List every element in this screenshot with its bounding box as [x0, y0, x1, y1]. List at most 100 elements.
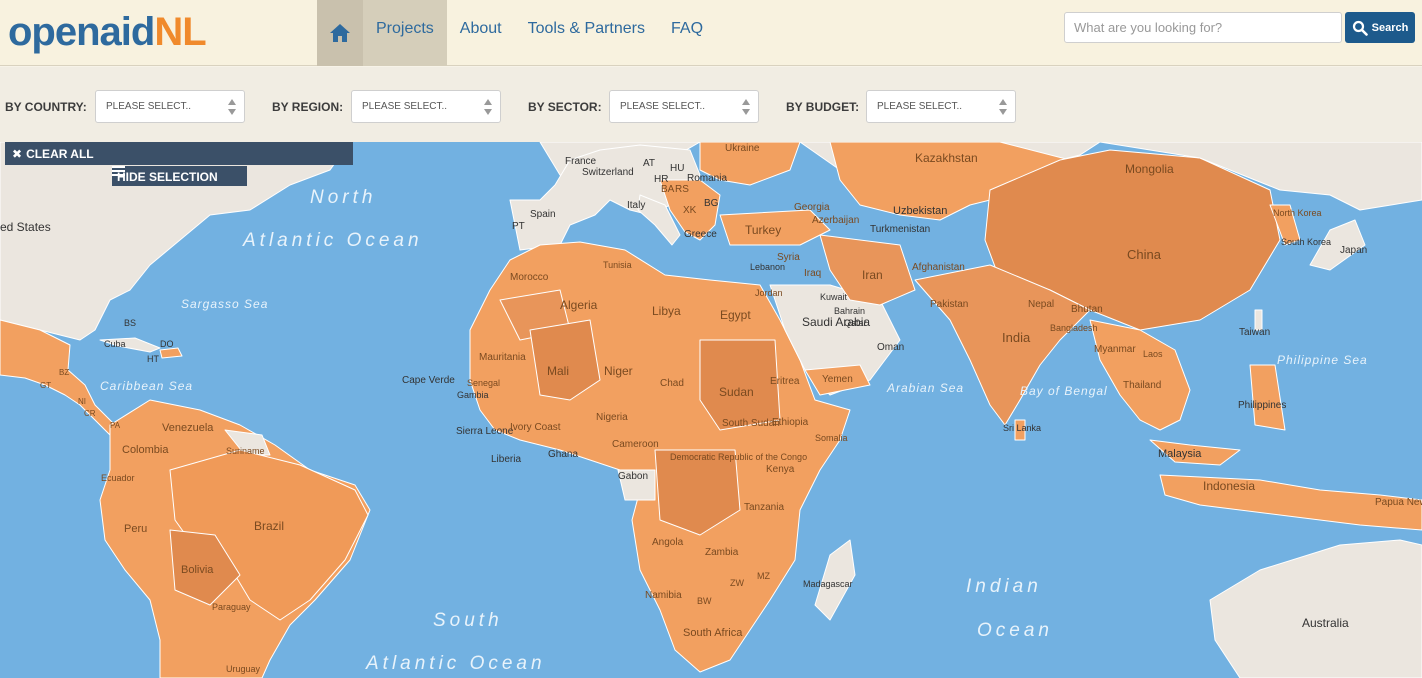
land-philippines: [1249, 364, 1286, 431]
country-label: Nepal: [1028, 299, 1054, 310]
country-label: Oman: [877, 342, 904, 353]
country-label: Uruguay: [226, 664, 261, 674]
search-input[interactable]: [1064, 12, 1342, 43]
country-label: Malaysia: [1158, 448, 1202, 460]
country-label: Philippines: [1238, 400, 1286, 411]
nav-tools-partners[interactable]: Tools & Partners: [515, 0, 658, 66]
land-australia: [1209, 539, 1422, 678]
country-label: Algeria: [560, 298, 598, 312]
country-label: Sudan: [719, 385, 754, 399]
hide-selection-label: HIDE SELECTION: [117, 170, 218, 184]
search-button-label: Search: [1371, 21, 1409, 34]
filter-region-label: BY REGION:: [272, 100, 344, 114]
filter-budget-label: BY BUDGET:: [786, 100, 860, 114]
country-label: Namibia: [645, 590, 682, 601]
country-label: Greece: [684, 229, 717, 240]
country-label: Bangladesh: [1050, 323, 1098, 333]
country-label: Ukraine: [725, 143, 760, 154]
country-label: France: [565, 156, 597, 167]
country-label: Uzbekistan: [893, 205, 947, 217]
country-label: Senegal: [467, 378, 500, 388]
select-arrows-icon: [999, 99, 1007, 115]
country-label: Switzerland: [582, 167, 634, 178]
country-label: Ivory Coast: [510, 422, 561, 433]
search-button[interactable]: Search: [1345, 12, 1415, 43]
filter-sector-value: PLEASE SELECT..: [620, 101, 706, 112]
country-label: Iraq: [804, 268, 821, 279]
filter-region-select[interactable]: PLEASE SELECT..: [351, 90, 501, 123]
land-se-asia: [1089, 319, 1191, 431]
country-label: Cape Verde: [402, 375, 455, 386]
nav-about[interactable]: About: [447, 0, 515, 66]
country-label: Turkmenistan: [870, 224, 930, 235]
country-label: India: [1002, 330, 1031, 345]
country-label: North Korea: [1273, 208, 1322, 218]
clear-all-button[interactable]: ✖ CLEAR ALL: [5, 142, 353, 165]
country-label: Gambia: [457, 390, 489, 400]
nav-projects[interactable]: Projects: [363, 0, 447, 66]
country-label: GT: [40, 381, 51, 390]
country-label: Kenya: [766, 464, 795, 475]
country-label: Spain: [530, 209, 556, 220]
country-label: Lebanon: [750, 262, 785, 272]
country-label: XK: [683, 205, 697, 216]
country-label: PA: [110, 421, 121, 430]
country-label: Zambia: [705, 547, 739, 558]
country-label: BS: [124, 318, 136, 328]
filter-country-value: PLEASE SELECT..: [106, 101, 192, 112]
country-label: Niger: [604, 364, 633, 378]
sea-label: Caribbean Sea: [100, 379, 193, 393]
site-logo[interactable]: openaidNL: [8, 10, 207, 54]
close-icon: ✖: [12, 147, 23, 161]
country-label: Mauritania: [479, 352, 526, 363]
nav-home[interactable]: [317, 0, 363, 66]
country-label: Gabon: [618, 471, 648, 482]
filter-country-label: BY COUNTRY:: [5, 100, 87, 114]
country-label: Liberia: [491, 454, 521, 465]
search-icon: [1352, 20, 1368, 36]
country-label: Romania: [687, 173, 727, 184]
country-label: BA: [661, 184, 675, 195]
country-label: Democratic Republic of the Congo: [670, 452, 807, 462]
world-map[interactable]: North Atlantic Ocean South Atlantic Ocea…: [0, 142, 1422, 678]
hide-selection-button[interactable]: HIDE SELECTION: [112, 166, 247, 186]
filter-country-select[interactable]: PLEASE SELECT..: [95, 90, 245, 123]
country-label: South Africa: [683, 627, 743, 639]
country-label: Paraguay: [212, 602, 251, 612]
clear-all-label: CLEAR ALL: [26, 147, 94, 161]
country-label: ZW: [730, 578, 744, 588]
select-arrows-icon: [484, 99, 492, 115]
country-label: Sri Lanka: [1003, 423, 1041, 433]
country-label: Madagascar: [803, 579, 853, 589]
country-label: DO: [160, 339, 174, 349]
sea-label: Sargasso Sea: [181, 297, 268, 311]
country-label: Jordan: [755, 288, 783, 298]
menu-icon: [112, 166, 125, 176]
country-label: Brazil: [254, 519, 284, 533]
country-label: Bolivia: [181, 564, 214, 576]
country-label: Ghana: [548, 449, 578, 460]
country-label: PT: [512, 221, 525, 232]
country-label: Somalia: [815, 433, 848, 443]
country-label: Mali: [547, 364, 569, 378]
country-label: Taiwan: [1239, 327, 1270, 338]
ocean-label: Atlantic Ocean: [242, 230, 423, 251]
map-svg[interactable]: North Atlantic Ocean South Atlantic Ocea…: [0, 142, 1422, 678]
country-label: Cameroon: [612, 439, 659, 450]
ocean-label: Ocean: [977, 620, 1053, 641]
filter-budget-select[interactable]: PLEASE SELECT..: [866, 90, 1016, 123]
country-label: Angola: [652, 537, 684, 548]
country-label: Japan: [1340, 245, 1367, 256]
country-label: Georgia: [794, 202, 830, 213]
land-hispaniola: [159, 347, 183, 359]
country-label: CR: [84, 409, 96, 418]
filter-region-value: PLEASE SELECT..: [362, 101, 448, 112]
country-label: Saudi Arabia: [802, 315, 870, 329]
home-icon: [330, 24, 350, 42]
filter-sector-select[interactable]: PLEASE SELECT..: [609, 90, 759, 123]
nav-faq[interactable]: FAQ: [658, 0, 716, 66]
ocean-label: North: [310, 187, 376, 208]
country-label: Papua New Guinea: [1375, 497, 1422, 508]
country-label: Eritrea: [770, 376, 800, 387]
country-label: Azerbaijan: [812, 215, 859, 226]
